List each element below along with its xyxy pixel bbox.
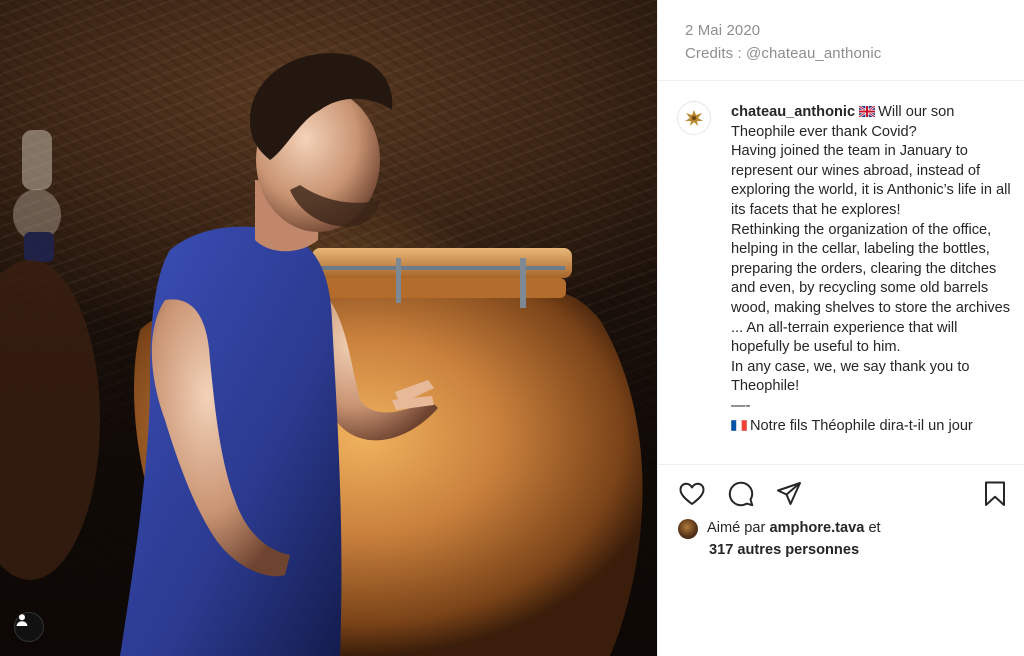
divider <box>658 80 1024 81</box>
caption-en-p3: In any case, we, we say thank you to The… <box>731 358 970 395</box>
tagged-user-button[interactable] <box>14 612 44 642</box>
chateau-logo-icon <box>685 110 703 126</box>
caption-en-p2: Rethinking the organization of the offic… <box>731 221 1011 356</box>
likes-others-link[interactable]: 317 autres personnes <box>709 539 859 561</box>
heart-icon <box>679 482 705 505</box>
comment-button[interactable] <box>727 480 755 508</box>
liked-by-user[interactable]: amphore.tava <box>769 520 864 536</box>
bookmark-icon <box>985 481 1005 506</box>
post-actions <box>678 480 1008 508</box>
comment-icon <box>728 481 754 507</box>
photo-scene <box>0 53 643 656</box>
likes-prefix: Aimé par <box>707 520 766 536</box>
caption-en-p1: Having joined the team in January to rep… <box>731 143 1011 218</box>
save-button[interactable] <box>981 480 1009 508</box>
caption-username[interactable]: chateau_anthonic <box>731 104 855 120</box>
post-photo[interactable] <box>0 0 657 656</box>
post-date: 2 Mai 2020 <box>685 22 761 39</box>
share-button[interactable] <box>775 480 803 508</box>
likes-line: Aimé par amphore.tava et <box>707 517 881 539</box>
post-side-panel: 2 Mai 2020 Credits : @chateau_anthonic c… <box>657 0 1024 656</box>
divider <box>658 464 1024 465</box>
glass-vessel <box>13 130 61 262</box>
likes-conjunction: et <box>868 520 881 536</box>
post-credits: Credits : @chateau_anthonic <box>685 45 882 62</box>
like-button[interactable] <box>678 480 706 508</box>
user-icon <box>16 614 28 626</box>
uk-flag-icon <box>859 106 876 117</box>
france-flag-icon <box>731 419 747 431</box>
liker-avatar[interactable] <box>678 519 698 539</box>
caption-separator: —- <box>731 397 751 414</box>
post-caption: chateau_anthonic Will our son Theophile … <box>731 103 1016 458</box>
paper-plane-icon <box>777 482 801 505</box>
profile-avatar[interactable] <box>677 101 711 135</box>
caption-fr-intro: Notre fils Théophile dira-t-il un jour <box>750 417 973 434</box>
post-meta: 2 Mai 2020 Credits : @chateau_anthonic <box>685 19 881 65</box>
